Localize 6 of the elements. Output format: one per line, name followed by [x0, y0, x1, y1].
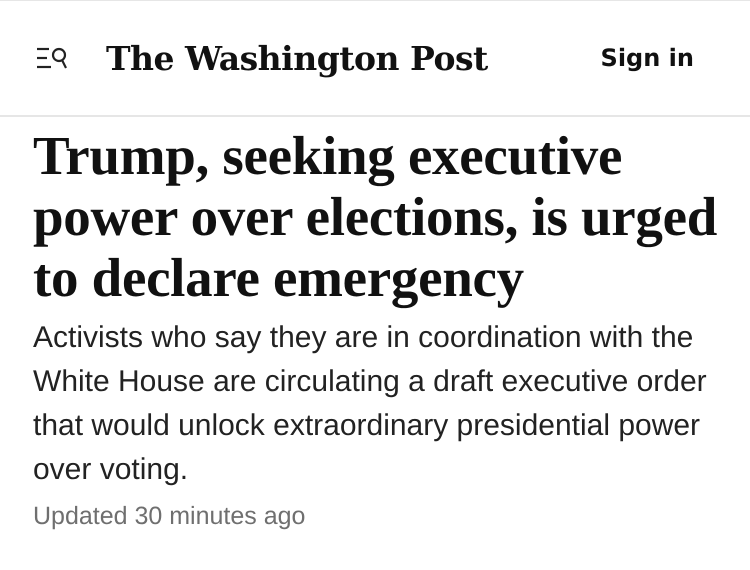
updated-timestamp: Updated 30 minutes ago [33, 502, 306, 531]
site-logo[interactable]: The Washington Post [106, 38, 601, 78]
article-summary: Activists who say they are in coordination with the White House are circulating a draft executive order that would unlock extraordinary presidential power over voting. [33, 320, 708, 488]
menu-search-icon[interactable] [36, 45, 68, 71]
sign-in-button[interactable]: Sign in [600, 44, 694, 72]
headline[interactable]: Trump, seeking executive power over elections, is urged to declare emergency [33, 125, 720, 308]
